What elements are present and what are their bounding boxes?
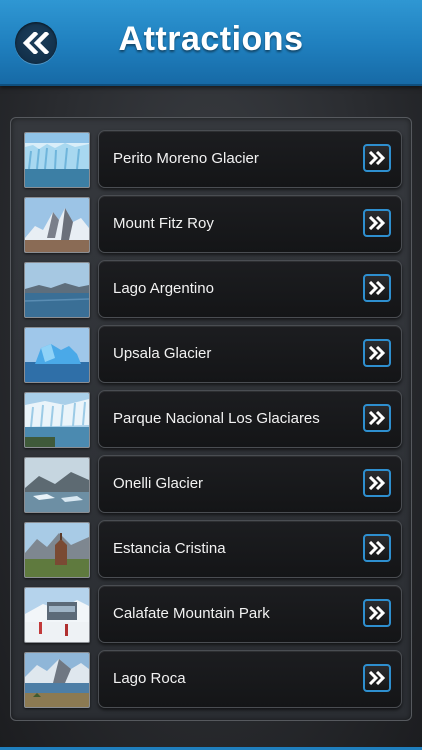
list-item[interactable]: Mount Fitz Roy [11, 195, 411, 255]
attraction-thumbnail [24, 522, 90, 578]
attraction-name: Lago Argentino [113, 280, 214, 297]
attraction-card[interactable]: Calafate Mountain Park [98, 585, 402, 643]
open-arrow-button[interactable] [363, 144, 391, 172]
double-chevron-right-icon [368, 671, 386, 685]
list-item[interactable]: Upsala Glacier [11, 325, 411, 385]
attraction-card[interactable]: Perito Moreno Glacier [98, 130, 402, 188]
attraction-name: Lago Roca [113, 670, 186, 687]
open-arrow-button[interactable] [363, 664, 391, 692]
attraction-thumbnail [24, 132, 90, 188]
double-chevron-right-icon [368, 541, 386, 555]
attraction-thumbnail [24, 457, 90, 513]
double-chevron-right-icon [368, 216, 386, 230]
attraction-name: Perito Moreno Glacier [113, 150, 259, 167]
attraction-name: Calafate Mountain Park [113, 605, 270, 622]
double-chevron-right-icon [368, 346, 386, 360]
attraction-thumbnail [24, 587, 90, 643]
attractions-list: Perito Moreno Glacier Mount Fitz Roy Lag… [10, 117, 412, 721]
attraction-thumbnail [24, 262, 90, 318]
attraction-thumbnail [24, 327, 90, 383]
attraction-thumbnail [24, 652, 90, 708]
attraction-card[interactable]: Mount Fitz Roy [98, 195, 402, 253]
double-chevron-right-icon [368, 151, 386, 165]
attraction-name: Upsala Glacier [113, 345, 212, 362]
open-arrow-button[interactable] [363, 404, 391, 432]
open-arrow-button[interactable] [363, 339, 391, 367]
double-chevron-right-icon [368, 476, 386, 490]
double-chevron-right-icon [368, 281, 386, 295]
attraction-card[interactable]: Upsala Glacier [98, 325, 402, 383]
double-chevron-right-icon [368, 606, 386, 620]
attraction-name: Parque Nacional Los Glaciares [113, 410, 320, 427]
attraction-card[interactable]: Parque Nacional Los Glaciares [98, 390, 402, 448]
open-arrow-button[interactable] [363, 534, 391, 562]
attraction-card[interactable]: Lago Roca [98, 650, 402, 708]
attraction-thumbnail [24, 197, 90, 253]
top-bar: Attractions [0, 0, 422, 86]
page-title: Attractions [118, 20, 304, 58]
attraction-name: Estancia Cristina [113, 540, 226, 557]
attraction-card[interactable]: Onelli Glacier [98, 455, 402, 513]
attraction-card[interactable]: Estancia Cristina [98, 520, 402, 578]
list-item[interactable]: Perito Moreno Glacier [11, 130, 411, 190]
list-item[interactable]: Calafate Mountain Park [11, 585, 411, 645]
attraction-name: Mount Fitz Roy [113, 215, 214, 232]
list-item[interactable]: Parque Nacional Los Glaciares [11, 390, 411, 450]
open-arrow-button[interactable] [363, 209, 391, 237]
attraction-name: Onelli Glacier [113, 475, 204, 492]
open-arrow-button[interactable] [363, 469, 391, 497]
open-arrow-button[interactable] [363, 274, 391, 302]
attraction-thumbnail [24, 392, 90, 448]
attraction-card[interactable]: Lago Argentino [98, 260, 402, 318]
list-item[interactable]: Lago Roca [11, 650, 411, 710]
list-item[interactable]: Estancia Cristina [11, 520, 411, 580]
list-item[interactable]: Lago Argentino [11, 260, 411, 320]
open-arrow-button[interactable] [363, 599, 391, 627]
list-item[interactable]: Onelli Glacier [11, 455, 411, 515]
double-chevron-right-icon [368, 411, 386, 425]
